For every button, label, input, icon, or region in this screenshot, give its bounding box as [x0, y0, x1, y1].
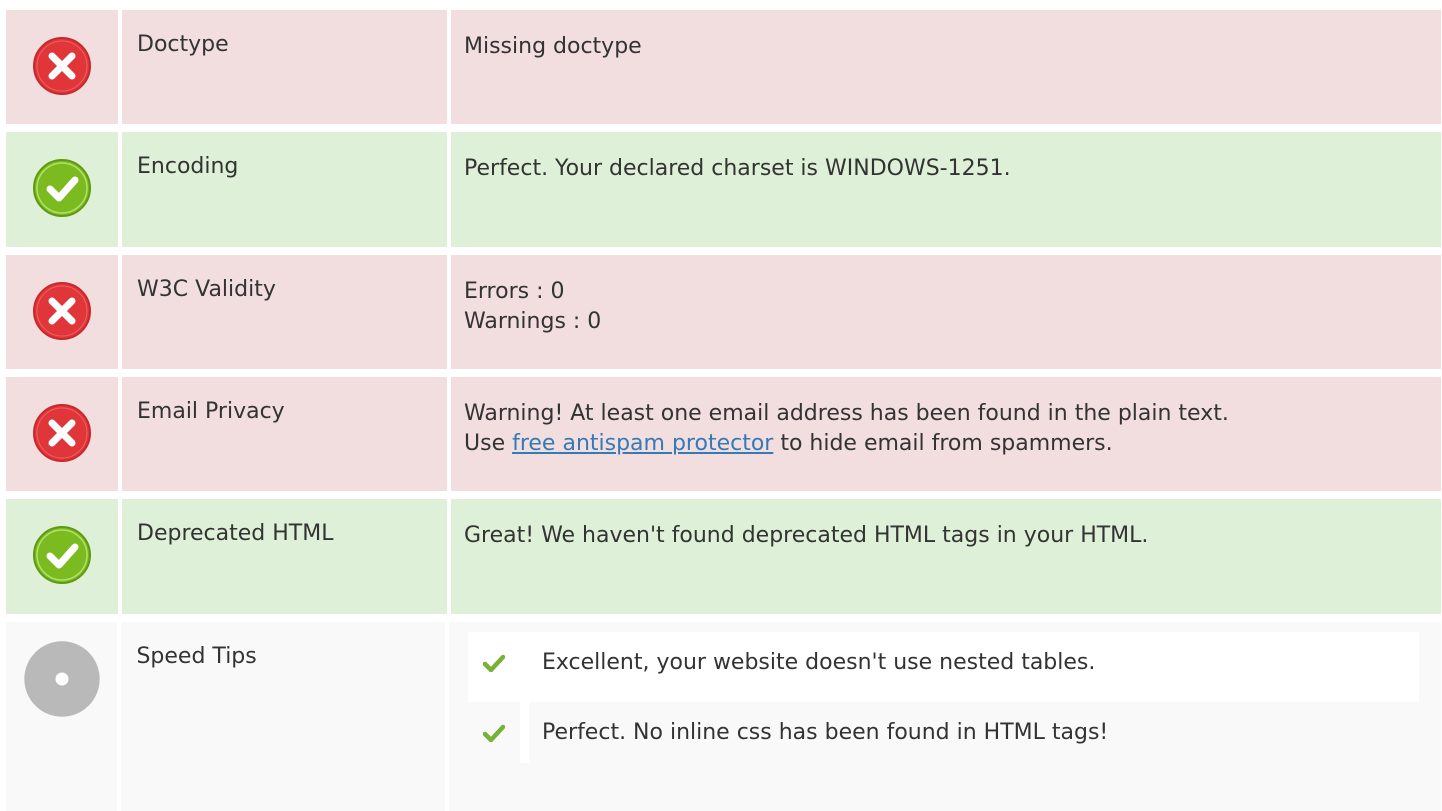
status-cell: [6, 377, 118, 491]
report-row-encoding: Encoding Perfect. Your declared charset …: [6, 132, 1441, 247]
status-cell: [6, 10, 118, 124]
speed-tip-item: Excellent, your website doesn't use nest…: [468, 632, 1419, 693]
report-row-speed-tips: Speed Tips Excellent, your website doesn…: [6, 622, 1441, 811]
advice-prefix: Use: [464, 431, 513, 456]
email-advice-line: Use free antispam protector to hide emai…: [464, 429, 1441, 459]
row-value: Errors : 0 Warnings : 0: [451, 255, 1441, 369]
success-icon: [33, 159, 91, 217]
row-value: Missing doctype: [451, 10, 1441, 124]
status-cell: [6, 132, 118, 247]
row-label: W3C Validity: [122, 255, 447, 369]
row-value: Warning! At least one email address has …: [451, 377, 1441, 491]
row-value: Great! We haven't found deprecated HTML …: [451, 499, 1441, 614]
row-label: Encoding: [122, 132, 447, 247]
row-value: Excellent, your website doesn't use nest…: [449, 622, 1441, 811]
advice-suffix: to hide email from spammers.: [773, 431, 1113, 456]
report-row-doctype: Doctype Missing doctype: [6, 10, 1441, 124]
report-row-w3c-validity: W3C Validity Errors : 0 Warnings : 0: [6, 255, 1441, 369]
status-cell: [6, 499, 118, 614]
neutral-icon: [24, 641, 100, 717]
row-label: Email Privacy: [122, 377, 447, 491]
speed-tip-item: Perfect. No inline css has been found in…: [468, 702, 1419, 763]
tip-text: Perfect. No inline css has been found in…: [529, 702, 1419, 763]
error-icon: [33, 404, 91, 462]
checkmark-icon: [483, 654, 505, 672]
warnings-count: Warnings : 0: [464, 309, 602, 334]
antispam-protector-link[interactable]: free antispam protector: [512, 431, 773, 456]
checkmark-icon: [483, 724, 505, 742]
email-warning-text: Warning! At least one email address has …: [464, 401, 1229, 426]
tip-text: Excellent, your website doesn't use nest…: [529, 632, 1419, 693]
report-row-email-privacy: Email Privacy Warning! At least one emai…: [6, 377, 1441, 491]
success-icon: [33, 526, 91, 584]
speed-tips-list: Excellent, your website doesn't use nest…: [468, 632, 1419, 763]
tip-icon-cell: [468, 632, 520, 693]
report-row-deprecated-html: Deprecated HTML Great! We haven't found …: [6, 499, 1441, 614]
error-icon: [33, 282, 91, 340]
errors-count: Errors : 0: [464, 279, 565, 304]
error-icon: [33, 37, 91, 95]
row-label: Speed Tips: [121, 622, 445, 811]
status-cell: [6, 622, 118, 811]
row-value: Perfect. Your declared charset is WINDOW…: [451, 132, 1441, 247]
row-label: Deprecated HTML: [122, 499, 447, 614]
seo-report: Doctype Missing doctype Encoding Perfect…: [0, 0, 1442, 811]
tip-icon-cell: [468, 702, 520, 763]
status-cell: [6, 255, 118, 369]
row-label: Doctype: [122, 10, 447, 124]
